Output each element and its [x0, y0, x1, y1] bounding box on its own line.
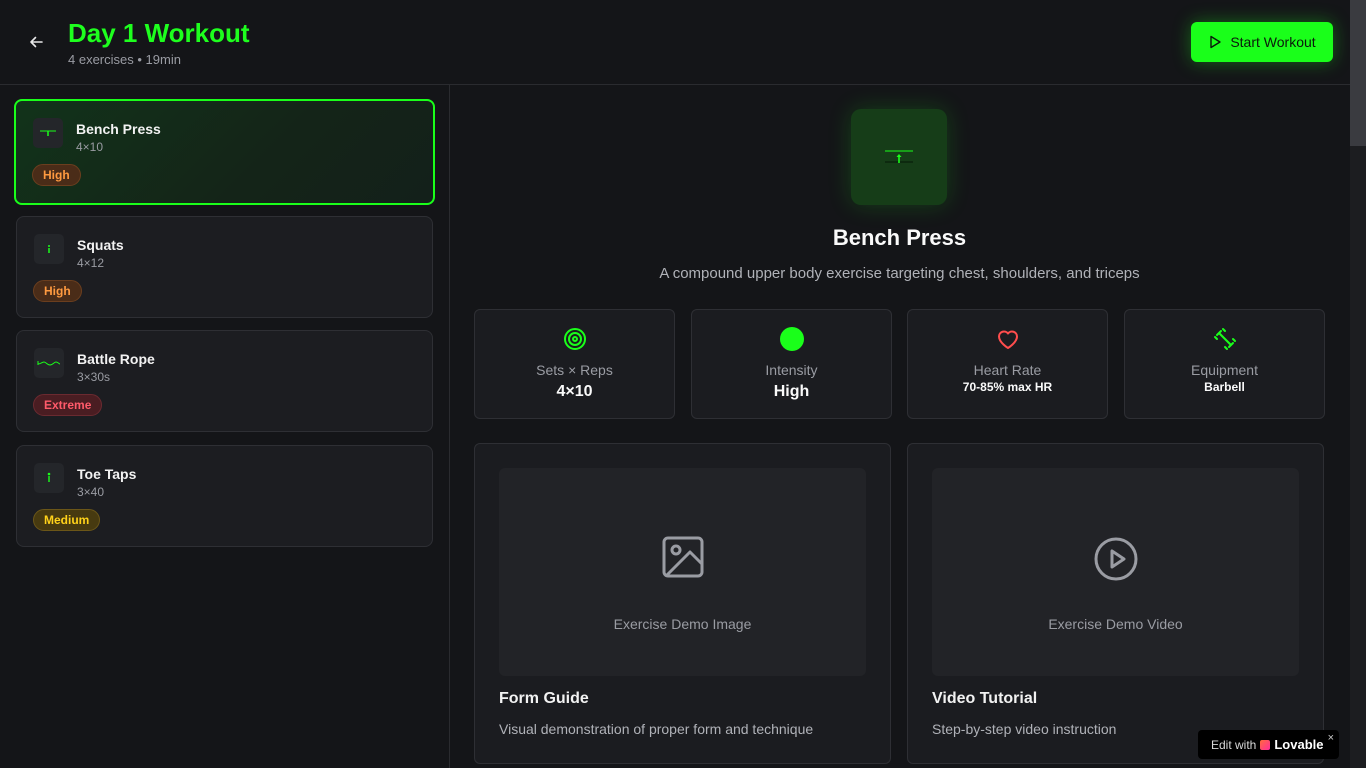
- barbell-icon: [885, 150, 913, 163]
- exercise-reps: 4×10: [76, 140, 104, 154]
- exercise-reps: 3×30s: [77, 370, 111, 384]
- page-subtitle: 4 exercises • 19min: [68, 52, 181, 67]
- exercise-name: Squats: [77, 237, 124, 253]
- exercise-name: Battle Rope: [77, 351, 155, 367]
- barbell-icon: [33, 118, 63, 148]
- video-tutorial-title: Video Tutorial: [932, 690, 1038, 707]
- demo-image-label: Exercise Demo Image: [613, 616, 752, 632]
- badge-close-button[interactable]: ×: [1328, 732, 1334, 744]
- exercise-card-toe-taps[interactable]: Toe Taps 3×40 Medium: [16, 445, 433, 547]
- stat-label: Heart Rate: [973, 362, 1042, 378]
- intensity-badge: Extreme: [33, 394, 103, 416]
- stat-value: 70-85% max HR: [962, 380, 1053, 394]
- intensity-badge: High: [33, 280, 82, 302]
- exercise-name: Toe Taps: [77, 466, 137, 482]
- heart-icon: [997, 330, 1018, 349]
- page-title: Day 1 Workout: [68, 18, 250, 48]
- exercise-card-bench-press[interactable]: Bench Press 4×10 High: [14, 99, 435, 205]
- demo-video-label: Exercise Demo Video: [1048, 616, 1183, 632]
- form-guide-card: Exercise Demo Image Form Guide Visual de…: [474, 443, 891, 764]
- video-tutorial-card: Exercise Demo Video Video Tutorial Step-…: [907, 443, 1324, 764]
- scrollbar-thumb[interactable]: [1350, 0, 1366, 146]
- demo-video-placeholder[interactable]: Exercise Demo Video: [932, 468, 1299, 676]
- stat-heart-rate: Heart Rate 70-85% max HR: [907, 309, 1108, 419]
- lovable-logo-icon: [1260, 739, 1271, 750]
- start-workout-label: Start Workout: [1230, 34, 1316, 50]
- dumbbell-icon: [1213, 328, 1236, 350]
- intensity-dot-icon: [779, 327, 804, 351]
- start-workout-button[interactable]: Start Workout: [1191, 22, 1333, 62]
- video-tutorial-description: Step-by-step video instruction: [932, 721, 1117, 737]
- stat-label: Sets × Reps: [536, 362, 613, 378]
- page-header: Day 1 Workout 4 exercises • 19min Start …: [0, 0, 1350, 85]
- play-circle-icon: [1094, 537, 1137, 581]
- toe-tap-icon: [34, 463, 64, 493]
- wave-icon: [34, 348, 64, 378]
- play-icon: [1210, 35, 1222, 49]
- exercise-card-battle-rope[interactable]: Battle Rope 3×30s Extreme: [16, 330, 433, 432]
- badge-prefix: Edit with: [1211, 737, 1257, 752]
- intensity-badge: High: [32, 164, 81, 186]
- edit-with-lovable-badge[interactable]: Edit with Lovable ×: [1198, 730, 1339, 759]
- stat-label: Intensity: [765, 362, 818, 378]
- arrow-left-icon: [30, 36, 43, 48]
- target-icon: [563, 328, 586, 350]
- stat-label: Equipment: [1191, 362, 1258, 378]
- form-guide-description: Visual demonstration of proper form and …: [499, 721, 814, 737]
- stat-value: High: [773, 383, 810, 400]
- exercise-reps: 3×40: [77, 485, 105, 499]
- exercise-reps: 4×12: [77, 256, 105, 270]
- badge-brand: Lovable: [1274, 737, 1324, 752]
- stat-sets-reps: Sets × Reps 4×10: [474, 309, 675, 419]
- stat-equipment: Equipment Barbell: [1124, 309, 1325, 419]
- exercise-card-squats[interactable]: Squats 4×12 High: [16, 216, 433, 318]
- intensity-badge: Medium: [33, 509, 101, 531]
- exercise-description: A compound upper body exercise targeting…: [659, 265, 1140, 282]
- exercise-name: Bench Press: [76, 121, 161, 137]
- stat-value: 4×10: [556, 383, 593, 400]
- form-guide-title: Form Guide: [499, 690, 589, 707]
- squat-icon: [34, 234, 64, 264]
- stat-intensity: Intensity High: [691, 309, 892, 419]
- exercise-title: Bench Press: [832, 225, 967, 250]
- back-button[interactable]: [24, 30, 48, 54]
- image-icon: [662, 536, 703, 578]
- exercise-hero-icon: [851, 109, 947, 205]
- stat-value: Barbell: [1204, 380, 1245, 394]
- demo-image-placeholder[interactable]: Exercise Demo Image: [499, 468, 866, 676]
